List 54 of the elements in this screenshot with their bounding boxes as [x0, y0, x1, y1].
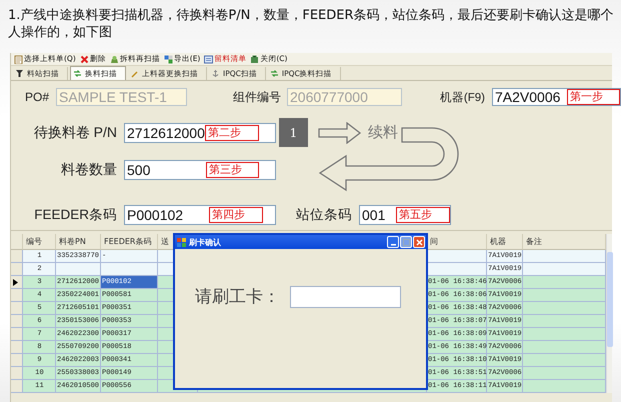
table-cell [427, 263, 487, 276]
heading-text: 1.产线中途换料要扫描机器，待换料卷P/N，数量，FEEDER条码，站位条码，最后还要刷卡确认这是哪个人操作的，如下图 [8, 7, 615, 41]
app-icon [177, 238, 186, 246]
table-cell [101, 263, 158, 276]
input-field[interactable]: 2712612000 第二步 [124, 123, 276, 143]
right-arrow-icon [318, 122, 362, 144]
step-annotation: 第二步 [204, 125, 259, 141]
field-label: 料卷数量 [60, 161, 118, 179]
step-annotation: 第一步 [567, 89, 620, 105]
document-icon [14, 54, 23, 64]
pencil-icon [130, 69, 139, 78]
row-header[interactable] [11, 276, 23, 289]
prompt-label: 请刷工卡： [195, 286, 280, 308]
input-field[interactable]: 7A2V0006 第一步 [492, 88, 621, 106]
arrows-icon [270, 69, 279, 78]
input-field[interactable]: P000102 第四步 [124, 205, 276, 225]
field-label: PO# [24, 90, 50, 104]
grid-icon [164, 54, 173, 64]
current-row-icon [13, 278, 18, 286]
field-label: 待换料卷 P/N [32, 124, 118, 142]
field-label: 站位条码 [295, 206, 353, 224]
column-header[interactable]: 编号 [23, 234, 56, 250]
field-label: 组件编号 [232, 88, 282, 106]
step-annotation: 第四步 [209, 207, 263, 223]
maximize-icon [402, 238, 410, 246]
field-label: 机器(F9) [438, 90, 486, 104]
column-header[interactable]: 间 [427, 234, 487, 250]
list-icon [204, 54, 214, 64]
scrollbar-thumb[interactable] [607, 252, 613, 347]
column-header[interactable]: 料卷PN [56, 234, 101, 250]
field-label: FEEDER条码 [33, 206, 118, 224]
card-input-field[interactable] [290, 286, 401, 308]
scrollbar[interactable] [606, 234, 612, 393]
flow-label: 续料 [368, 123, 398, 142]
funnel-icon [15, 69, 24, 78]
table-cell [427, 250, 487, 263]
bucket-icon [110, 54, 119, 64]
column-header[interactable]: FEEDER条码 [101, 234, 158, 250]
maximize-button[interactable] [400, 236, 412, 248]
arrows-icon [73, 69, 82, 78]
counter-badge: 1 [279, 118, 308, 147]
window-title: 刷卡确认 [189, 236, 221, 248]
step-annotation: 第三步 [206, 162, 259, 178]
column-header[interactable]: 机器 [487, 234, 523, 250]
anchor-icon [211, 69, 220, 78]
close-button[interactable] [413, 236, 425, 248]
input-field[interactable]: 001 第五步 [359, 205, 451, 225]
close-icon [416, 238, 422, 246]
door-icon [250, 54, 260, 64]
cross-icon [80, 54, 89, 64]
step-annotation: 第五步 [396, 207, 450, 223]
input-field[interactable]: 500 第三步 [124, 160, 276, 180]
column-header[interactable]: 备注 [523, 234, 606, 250]
minimize-button[interactable] [387, 236, 399, 248]
